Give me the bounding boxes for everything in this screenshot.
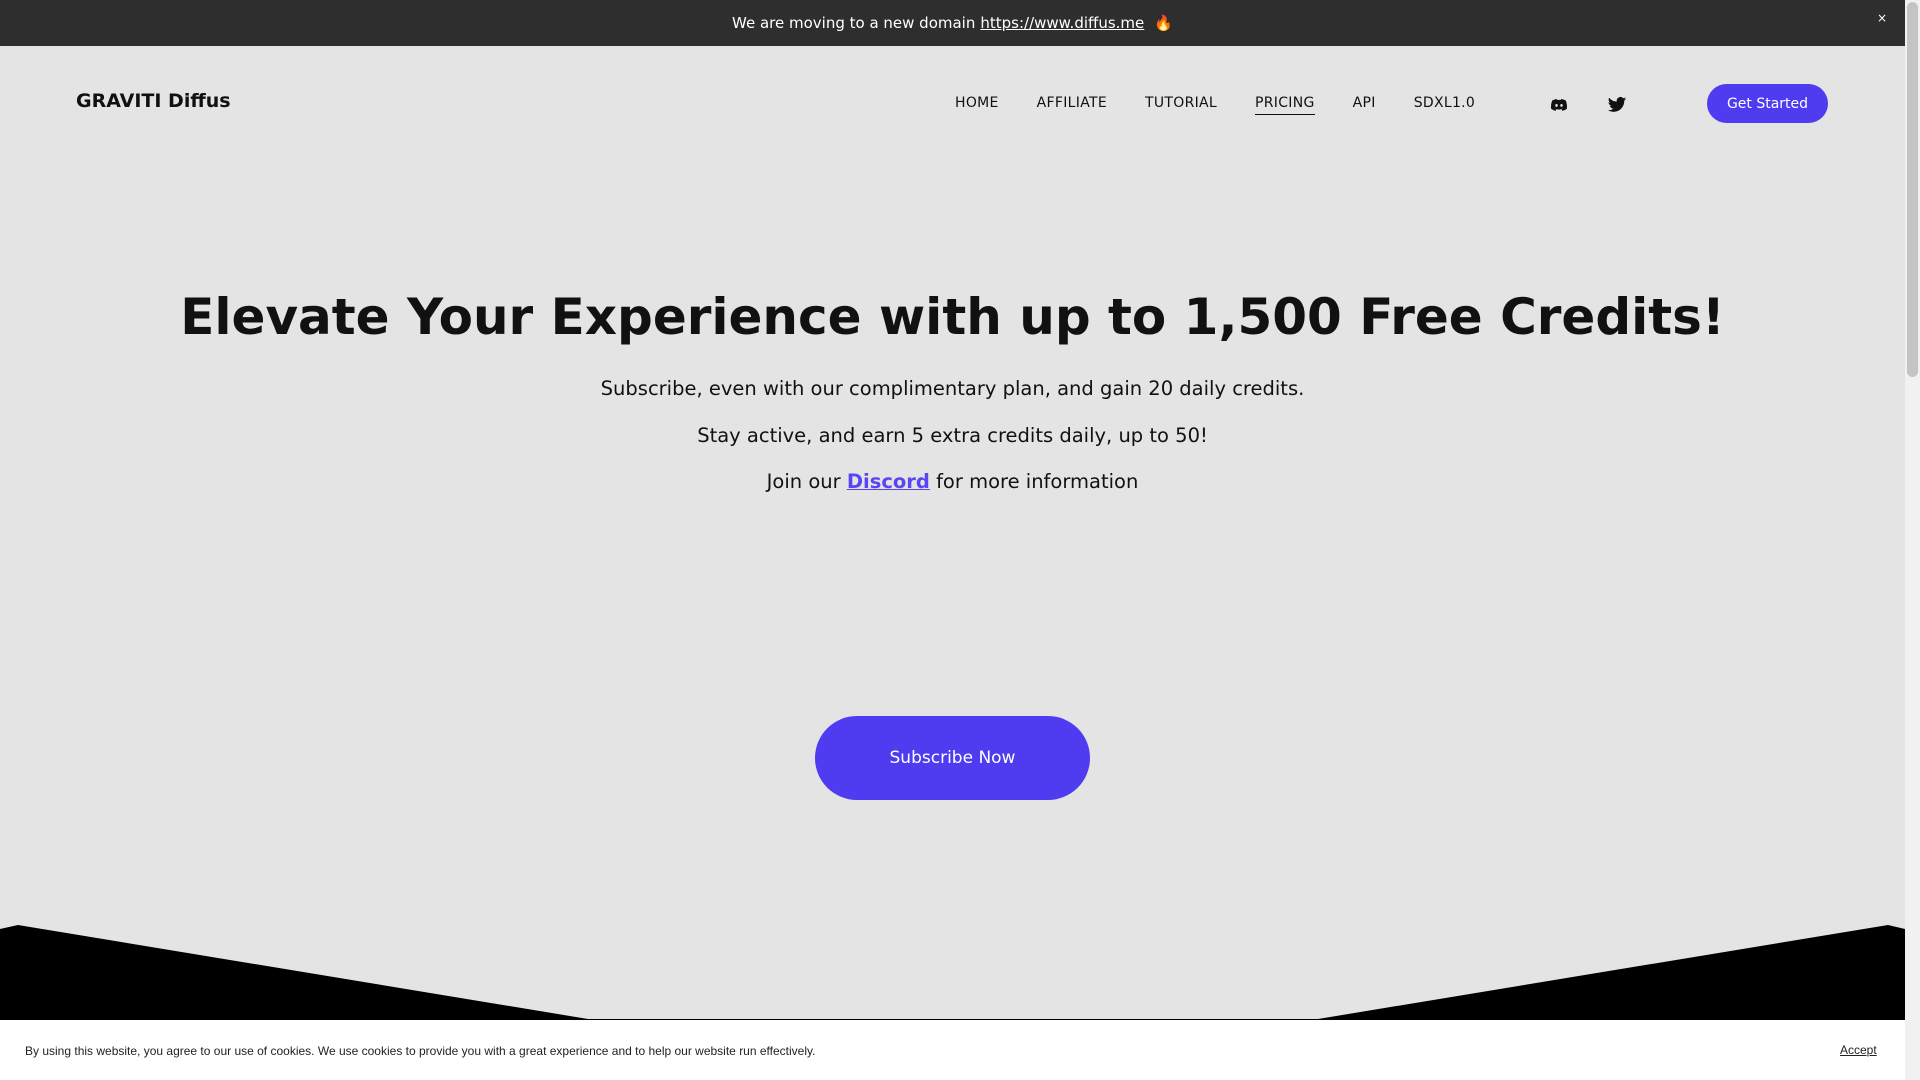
banner-domain-link[interactable]: https://www.diffus.me (980, 14, 1144, 32)
nav-item-pricing[interactable]: PRICING (1255, 95, 1315, 115)
discord-link[interactable]: Discord (847, 470, 930, 493)
nav-item-affiliate[interactable]: AFFILIATE (1037, 95, 1107, 115)
get-started-button[interactable]: Get Started (1707, 84, 1828, 123)
nav-item-home[interactable]: HOME (955, 95, 999, 115)
nav-item-tutorial[interactable]: TUTORIAL (1145, 95, 1217, 115)
nav-menu: HOME AFFILIATE TUTORIAL PRICING API SDXL… (955, 95, 1513, 115)
page-title: Elevate Your Experience with up to 1,500… (180, 288, 1725, 346)
discord-prefix-text: Join our (766, 470, 841, 493)
main-navigation: GRAVITI Diffus HOME AFFILIATE TUTORIAL P… (0, 46, 1905, 161)
discord-suffix-text: for more information (936, 470, 1139, 493)
fire-icon: 🔥 (1154, 14, 1173, 32)
close-icon[interactable]: × (1877, 11, 1887, 25)
hero-line-daily-credits: Subscribe, even with our complimentary p… (600, 377, 1305, 400)
announcement-banner: We are moving to a new domain https://ww… (0, 0, 1905, 46)
cookie-consent-bar: By using this website, you agree to our … (0, 1020, 1905, 1080)
hero-line-discord: Join our Discord for more information (0, 470, 1905, 493)
cookie-message: By using this website, you agree to our … (25, 1044, 816, 1058)
scrollbar-thumb[interactable] (1907, 2, 1918, 377)
discord-icon[interactable] (1549, 95, 1569, 115)
accept-cookies-button[interactable]: Accept (1840, 1043, 1877, 1057)
hero-line-extra-credits: Stay active, and earn 5 extra credits da… (697, 424, 1208, 447)
nav-item-sdxl[interactable]: SDXL1.0 (1414, 95, 1475, 115)
site-logo[interactable]: GRAVITI Diffus (76, 90, 231, 112)
nav-item-api[interactable]: API (1353, 95, 1376, 115)
twitter-icon[interactable] (1607, 95, 1627, 115)
subscribe-now-button[interactable]: Subscribe Now (815, 716, 1090, 800)
banner-text: We are moving to a new domain (732, 14, 976, 32)
page-scrollbar[interactable] (1905, 0, 1920, 1080)
